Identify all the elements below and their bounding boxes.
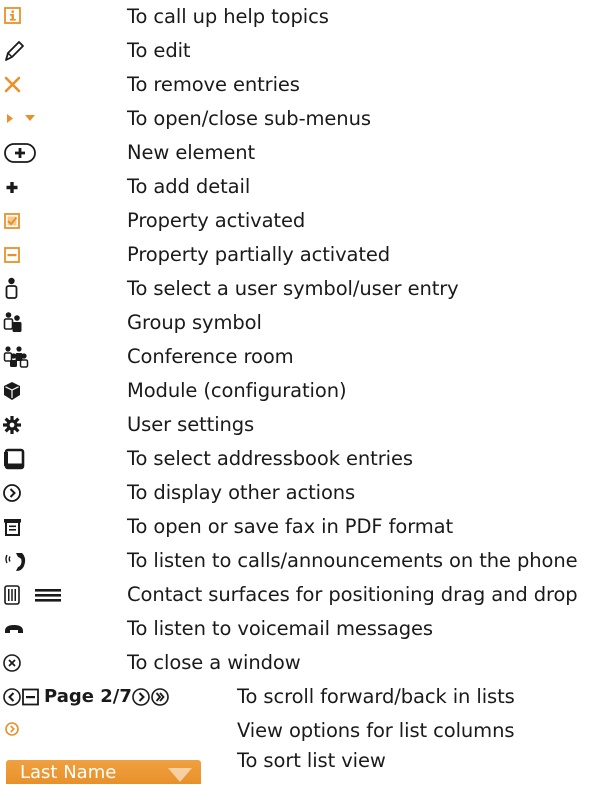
legend-description: To open or save fax in PDF format (127, 515, 454, 538)
group-icon (2, 306, 112, 340)
legend-row-listen-calls: To listen to calls/announcements on the … (0, 544, 597, 578)
legend-description: Contact surfaces for positioning drag an… (127, 583, 578, 606)
legend-description: To select addressbook entries (127, 447, 413, 470)
circle-plus-icon (2, 136, 112, 170)
cross-icon (2, 68, 112, 102)
legend-row-group: Group symbol (0, 306, 597, 340)
legend-row-edit: To edit (0, 34, 597, 68)
legend-description: New element (127, 141, 256, 164)
legend-row-remove: To remove entries (0, 68, 597, 102)
legend-description: Conference room (127, 345, 294, 368)
legend-row-activated: Property activated (0, 204, 597, 238)
legend-row-module: Module (configuration) (0, 374, 597, 408)
legend-row-pager: Page 2/7 To scroll forward/back in lists (0, 680, 597, 714)
legend-description: To listen to calls/announcements on the … (127, 549, 578, 572)
drag-handle-icon (2, 578, 112, 612)
legend-row-voicemail: To listen to voicemail messages (0, 612, 597, 646)
legend-row-add-detail: To add detail (0, 170, 597, 204)
checkbox-checked-icon (2, 204, 112, 238)
ringing-phone-icon (2, 544, 112, 578)
circle-chevron-right-icon (2, 476, 112, 510)
gear-icon (2, 408, 112, 442)
close-circle-icon (2, 646, 112, 680)
fax-pdf-icon (2, 510, 112, 544)
legend-description: To remove entries (127, 73, 300, 96)
legend-description: To display other actions (127, 481, 356, 504)
pencil-icon (2, 34, 112, 68)
legend-row-user: To select a user symbol/user entry (0, 272, 597, 306)
legend-description: To edit (127, 39, 191, 62)
triangle-expand-collapse-icon (2, 102, 112, 136)
legend-row-other-actions: To display other actions (0, 476, 597, 510)
legend-description: User settings (127, 413, 255, 436)
legend-description: To open/close sub-menus (127, 107, 371, 130)
legend-row-submenus: To open/close sub-menus (0, 102, 597, 136)
legend-row-fax-pdf: To open or save fax in PDF format (0, 510, 597, 544)
legend-row-partially-activated: Property partially activated (0, 238, 597, 272)
page-indicator: Page 2/7 (44, 686, 132, 707)
legend-row-drag-drop: Contact surfaces for positioning drag an… (0, 578, 597, 612)
legend-row-addressbook: To select addressbook entries (0, 442, 597, 476)
module-cube-icon (2, 374, 112, 408)
legend-description: To scroll forward/back in lists (237, 685, 515, 708)
legend-description: To select a user symbol/user entry (127, 277, 459, 300)
legend-row-column-options: View options for list columns (0, 714, 597, 748)
legend-description: View options for list columns (237, 719, 515, 742)
legend-row-user-settings: User settings (0, 408, 597, 442)
info-icon (2, 0, 112, 34)
legend-row-sort: Last Name To sort list view (0, 748, 597, 811)
plus-icon (2, 170, 112, 204)
addressbook-icon (2, 442, 112, 476)
user-icon (2, 272, 112, 306)
legend-description: To add detail (127, 175, 251, 198)
checkbox-partial-icon (2, 238, 112, 272)
orange-circle-chevron-icon (2, 714, 112, 748)
handset-icon (2, 612, 112, 646)
legend-description: To listen to voicemail messages (127, 617, 433, 640)
conference-room-icon (2, 340, 112, 374)
legend-description: To call up help topics (127, 5, 329, 28)
sort-column-header: Last Name (6, 760, 201, 784)
legend-description: Module (configuration) (127, 379, 347, 402)
legend-row-help: To call up help topics (0, 0, 597, 34)
legend-row-conference: Conference room (0, 340, 597, 374)
legend-description: To close a window (127, 651, 301, 674)
legend-description: To sort list view (237, 749, 386, 772)
sort-arrow-icon (168, 768, 192, 782)
legend-row-close-window: To close a window (0, 646, 597, 680)
legend-row-new-element: New element (0, 136, 597, 170)
legend-description: Property activated (127, 209, 306, 232)
pager-control: Page 2/7 (2, 680, 232, 714)
legend-description: Group symbol (127, 311, 262, 334)
legend-description: Property partially activated (127, 243, 391, 266)
